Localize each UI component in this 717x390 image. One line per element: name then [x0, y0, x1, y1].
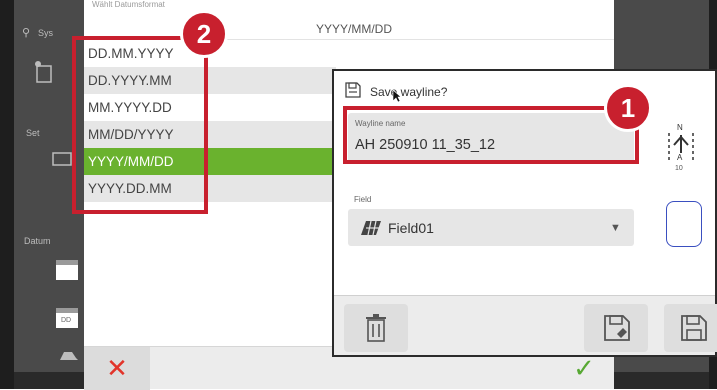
field-label: Field	[354, 195, 372, 204]
highlight-box-2	[72, 36, 208, 214]
sidebar-text-set: Set	[26, 128, 40, 138]
monitor-icon	[52, 152, 72, 173]
north-arrow-icon: N A 10	[664, 123, 698, 184]
field-icon	[360, 219, 382, 242]
sidebar-text-sys: Sys	[38, 28, 54, 38]
check-icon: ✓	[573, 353, 595, 383]
search-icon: ⚲	[22, 27, 31, 39]
step-badge-2: 2	[180, 10, 228, 58]
highlight-box-1	[343, 106, 639, 164]
floppy-save-icon	[680, 314, 708, 347]
dropdown-arrow-icon: ▼	[610, 222, 621, 234]
field-select[interactable]: Field01 ▼	[348, 209, 634, 246]
settings-clock-icon	[32, 58, 54, 91]
floppy-disk-icon	[344, 81, 362, 102]
sidebar-text-datum: Datum	[24, 236, 51, 246]
current-date-format: YYYY/MM/DD	[316, 22, 393, 36]
calendar-day-label: DD	[61, 317, 72, 324]
step-badge-1: 1	[604, 84, 652, 132]
save-dialog-footer	[334, 295, 717, 355]
a-letter: A	[677, 153, 683, 162]
delete-button[interactable]	[344, 304, 408, 352]
tractor-icon	[58, 348, 80, 369]
cancel-button[interactable]: ✕	[84, 347, 150, 390]
save-dialog-title: Save wayline?	[370, 85, 448, 99]
north-letter: N	[677, 123, 683, 132]
save-button[interactable]	[664, 304, 717, 352]
save-dialog-title-bar: Save wayline?	[344, 81, 714, 105]
field-value: Field01	[388, 220, 434, 236]
calendar-icon	[54, 256, 80, 287]
scale-text: 10	[675, 165, 683, 172]
trash-icon	[365, 314, 387, 347]
date-format-header: Wählt Datumsformat YYYY/MM/DD	[84, 0, 614, 40]
floppy-save-as-icon	[603, 314, 631, 347]
field-boundary-preview	[666, 201, 702, 247]
date-format-hint: Wählt Datumsformat	[92, 0, 165, 9]
save-as-button[interactable]	[584, 304, 648, 352]
calendar-format-icon: DD	[54, 304, 80, 335]
x-icon: ✕	[106, 353, 128, 383]
mouse-cursor-icon	[392, 89, 402, 106]
